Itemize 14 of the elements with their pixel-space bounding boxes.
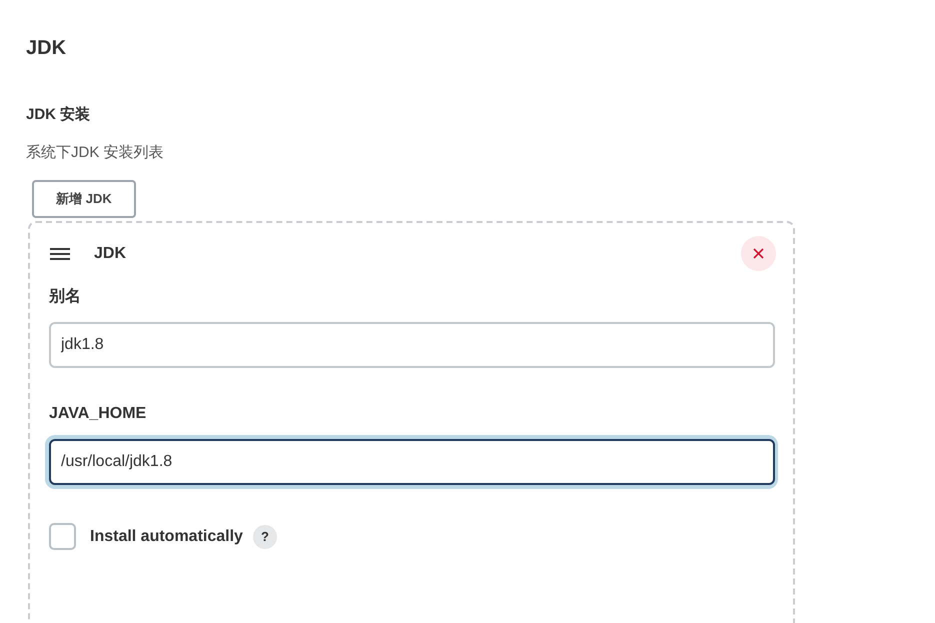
close-button[interactable] bbox=[741, 236, 776, 271]
field-label: 别名 bbox=[49, 288, 81, 305]
section-title: JDK bbox=[26, 36, 66, 61]
menu-icon[interactable] bbox=[50, 248, 70, 260]
add-jdk-button[interactable]: 新增 JDK bbox=[32, 180, 136, 218]
checkbox-label: Install automatically bbox=[90, 526, 243, 546]
setting-description: 系统下JDK 安装列表 bbox=[26, 144, 164, 161]
help-button[interactable]: ? bbox=[252, 524, 277, 548]
close-icon bbox=[753, 248, 764, 259]
jdk-item-title: JDK bbox=[94, 244, 126, 264]
text-field[interactable]: /usr/local/jdk1.8 bbox=[49, 439, 775, 485]
field-label: JAVA_HOME bbox=[49, 405, 146, 422]
checkbox[interactable] bbox=[49, 523, 76, 550]
setting-label: JDK 安装 bbox=[26, 106, 90, 123]
